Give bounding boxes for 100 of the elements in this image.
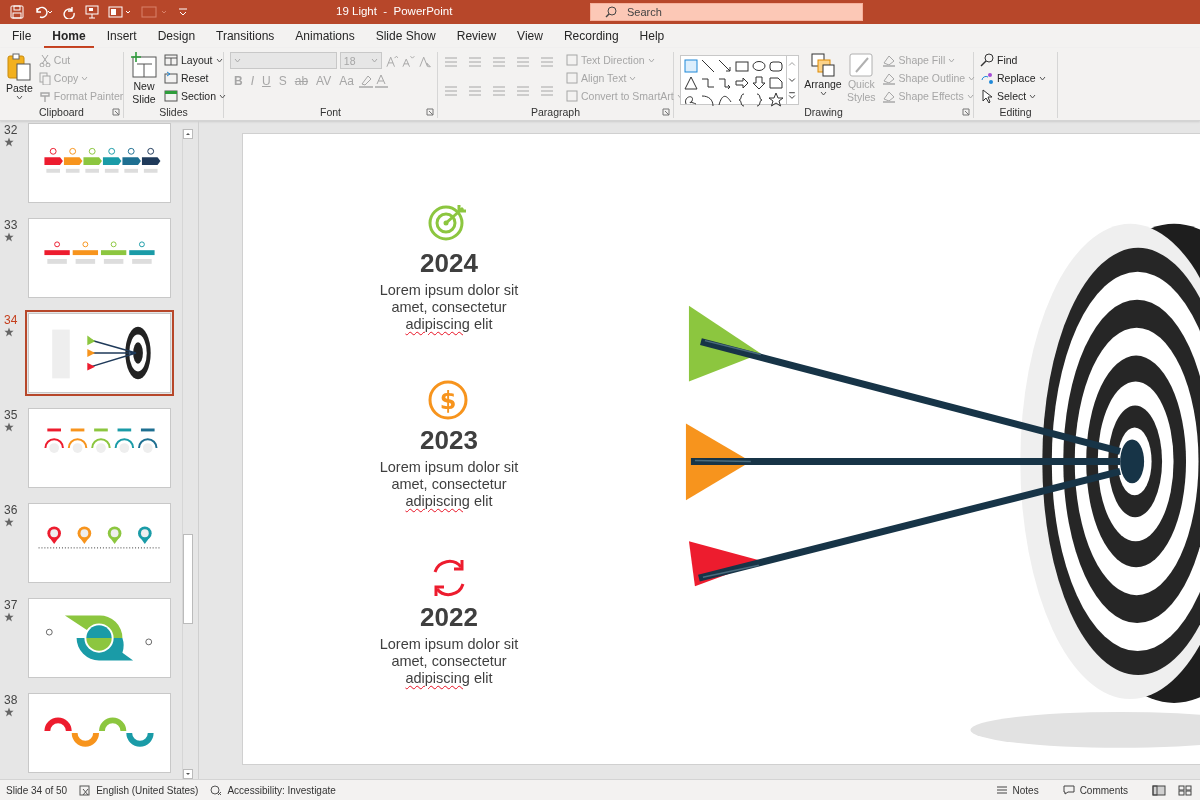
shape-icon: [141, 5, 169, 19]
slide-number: 32: [4, 123, 18, 137]
notes-icon: [995, 785, 1008, 795]
ribbon-tab[interactable]: View: [509, 29, 551, 48]
text-direction-icon: [566, 54, 578, 66]
star-icon: [4, 707, 14, 717]
shape-icon[interactable]: [768, 75, 784, 91]
effects-icon: [881, 89, 896, 103]
slide-thumbnail[interactable]: [28, 503, 171, 583]
group-label: Clipboard: [38, 106, 85, 118]
undo-icon[interactable]: [33, 5, 53, 19]
star-icon: [4, 517, 14, 527]
redo-icon[interactable]: [62, 5, 76, 19]
description-text: Lorem ipsum dolor sit amet, consectetur adipiscing elit: [378, 636, 520, 687]
dialog-launcher-icon[interactable]: [662, 108, 670, 116]
scrollbar-thumb[interactable]: [183, 534, 193, 624]
language-button[interactable]: English (United States): [79, 784, 199, 796]
highlight-icon[interactable]: [357, 74, 374, 88]
save-icon[interactable]: [10, 5, 24, 19]
shape-icon[interactable]: [717, 58, 733, 74]
group-label: Editing: [998, 106, 1033, 118]
slide-number: 35: [4, 408, 18, 422]
accessibility-button[interactable]: Accessibility: Investigate: [210, 784, 336, 796]
shape-icon[interactable]: [768, 58, 784, 74]
arrange-icon: [810, 52, 836, 78]
reset-icon: [164, 71, 178, 85]
dialog-launcher-icon[interactable]: [962, 108, 970, 116]
star-icon: [4, 422, 14, 432]
slide-counter: Slide 34 of 50: [6, 784, 68, 796]
scroll-down-icon[interactable]: [183, 769, 193, 779]
ribbon-button[interactable]: Replace: [980, 70, 1046, 86]
ribbon-button[interactable]: Find: [980, 52, 1046, 68]
slide-thumbnail[interactable]: [28, 313, 171, 393]
new-slide-icon: [130, 52, 158, 80]
description-text: Lorem ipsum dolor sit amet, consectetur adipiscing elit: [378, 459, 520, 510]
slide-thumbnail[interactable]: [28, 598, 171, 678]
ribbon-button[interactable]: Section: [164, 88, 227, 104]
ribbon-button[interactable]: Layout: [164, 52, 227, 68]
slide-number: 37: [4, 598, 18, 612]
group-label: Font: [319, 106, 342, 118]
replace-icon: [980, 71, 994, 85]
ribbon-tab[interactable]: Review: [448, 29, 505, 48]
window-title: 19 Light - PowerPoint: [336, 5, 453, 17]
year-heading: 2023: [420, 425, 478, 455]
comments-button[interactable]: Comments: [1062, 784, 1128, 796]
sorter-view-icon[interactable]: [1178, 784, 1192, 796]
normal-view-icon[interactable]: [1152, 784, 1166, 796]
ribbon-tab[interactable]: Help: [631, 29, 673, 48]
spelling-icon: [79, 784, 92, 796]
slide-number: 34: [4, 313, 18, 327]
ribbon-tab[interactable]: Slide Show: [367, 29, 444, 48]
slide-thumbnail[interactable]: [28, 408, 171, 488]
ribbon-tab[interactable]: Recording: [555, 29, 627, 48]
align-text-icon: [566, 72, 578, 84]
slide-number: 38: [4, 693, 18, 707]
new-slide-button[interactable]: New Slide: [130, 52, 158, 106]
slide-thumbnail[interactable]: [28, 123, 171, 203]
ribbon-tab[interactable]: Insert: [98, 29, 145, 48]
ribbon-tab[interactable]: Animations: [287, 29, 363, 48]
star-icon: [4, 232, 14, 242]
slide-thumbnail[interactable]: [28, 218, 171, 298]
slide-thumbnail[interactable]: [28, 693, 171, 773]
shape-icon[interactable]: [700, 58, 716, 74]
paste-button[interactable]: Paste: [6, 52, 33, 106]
brush-icon: [38, 89, 51, 103]
scissors-icon: [38, 53, 51, 67]
copy-icon: [38, 71, 51, 85]
group-label: Paragraph: [529, 106, 581, 118]
ribbon-button[interactable]: Reset: [164, 70, 227, 86]
shape-icon[interactable]: [683, 75, 699, 91]
year-heading: 2022: [420, 602, 478, 632]
shape-icon[interactable]: [700, 92, 716, 108]
dialog-launcher-icon[interactable]: [426, 108, 434, 116]
description-text: Lorem ipsum dolor sit amet, consectetur adipiscing elit: [378, 282, 520, 333]
shape-icon[interactable]: [734, 75, 750, 91]
ribbon-tab[interactable]: Design: [149, 29, 204, 48]
font-color-icon[interactable]: [373, 74, 390, 88]
search-icon: [980, 53, 994, 67]
arrange-button[interactable]: Arrange: [805, 52, 841, 106]
section-icon: [164, 89, 178, 103]
accessibility-icon: [210, 784, 223, 796]
scroll-up-icon[interactable]: [183, 129, 193, 139]
search-field[interactable]: Search: [590, 3, 863, 21]
shape-icon[interactable]: [751, 75, 767, 91]
pointer-icon: [980, 89, 994, 103]
presenter-icon[interactable]: [85, 5, 99, 19]
ribbon-tab[interactable]: File: [4, 29, 40, 48]
star-icon: [4, 612, 14, 622]
slide-number: 33: [4, 218, 18, 232]
font-name-field[interactable]: [230, 52, 337, 69]
search-icon: [605, 6, 617, 18]
group-label: Slides: [158, 106, 189, 118]
ribbon-tab[interactable]: Transitions: [208, 29, 283, 48]
ribbon-button[interactable]: Select: [980, 88, 1046, 104]
shape-icon[interactable]: [768, 92, 784, 108]
notes-button[interactable]: Notes: [995, 784, 1039, 796]
slideshow-icon[interactable]: [108, 5, 132, 19]
shape-icon[interactable]: [751, 58, 767, 74]
dialog-launcher-icon[interactable]: [112, 108, 120, 116]
star-icon: [4, 327, 14, 337]
